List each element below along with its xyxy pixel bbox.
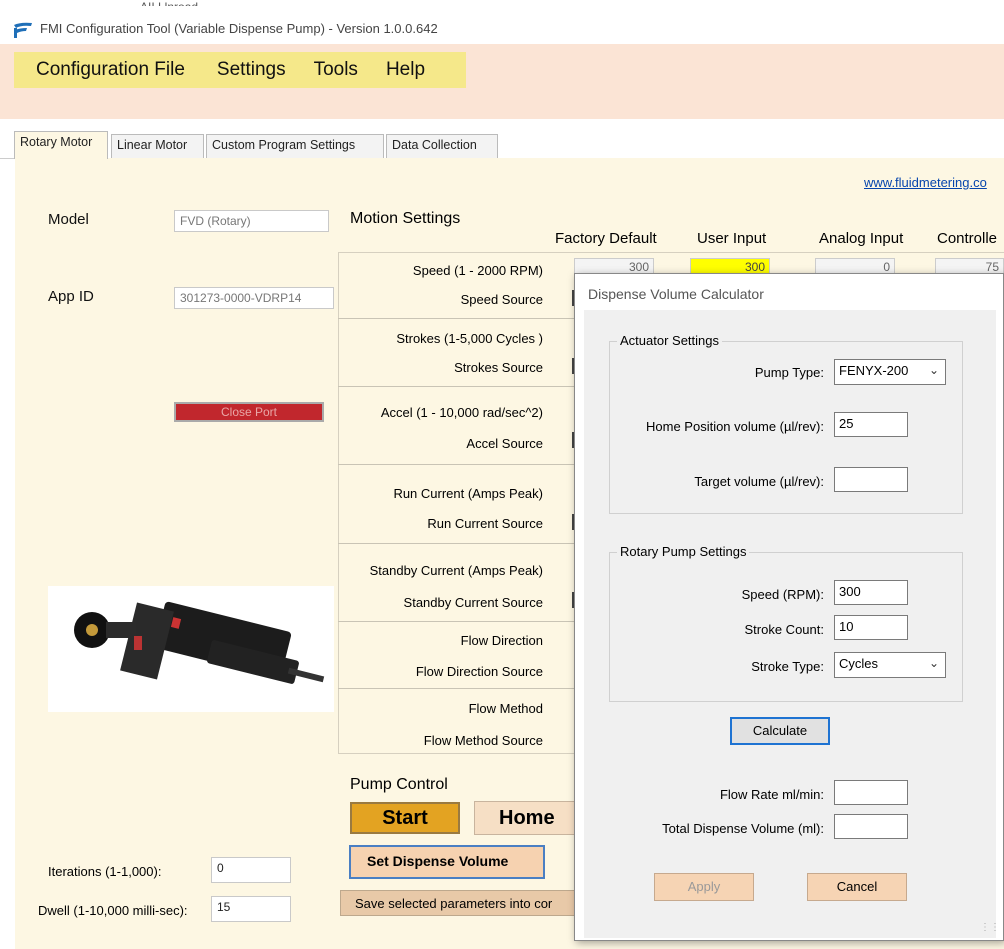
apply-button[interactable]: Apply [654, 873, 754, 901]
row-divider [338, 543, 578, 544]
strokes-label: Strokes (1-5,000 Cycles ) [396, 331, 543, 346]
col-factory-default: Factory Default [555, 230, 657, 247]
run-current-source-label: Run Current Source [427, 516, 543, 531]
motion-settings-title: Motion Settings [350, 210, 461, 227]
col-controller: Controlle [937, 230, 998, 247]
speed-rpm-field[interactable]: 300 [834, 580, 908, 605]
partial-top-text: AII Llnroad [140, 0, 198, 6]
row-divider [338, 318, 578, 319]
accel-source-label: Accel Source [466, 436, 543, 451]
stroke-type-value: Cycles [839, 656, 879, 671]
home-button[interactable]: Home [474, 801, 584, 835]
row-divider [338, 386, 578, 387]
stroke-count-label: Stroke Count: [744, 622, 825, 637]
tab-data-collection[interactable]: Data Collection [386, 134, 498, 158]
resize-grip-icon[interactable]: ⋮⋮ [980, 922, 1000, 933]
cancel-button[interactable]: Cancel [807, 873, 907, 901]
dwell-label: Dwell (1-10,000 milli-sec): [38, 903, 188, 918]
flow-rate-field[interactable] [834, 780, 908, 805]
menu-tools[interactable]: Tools [298, 59, 370, 81]
standby-current-source-label: Standby Current Source [403, 595, 543, 610]
pump-type-label: Pump Type: [754, 365, 824, 380]
flow-rate-label: Flow Rate ml/min: [719, 787, 824, 802]
stroke-type-label: Stroke Type: [751, 659, 824, 674]
run-current-label: Run Current (Amps Peak) [393, 486, 543, 501]
speed-rpm-label: Speed (RPM): [741, 587, 824, 602]
col-user-input: User Input [697, 230, 767, 247]
tab-rotary-motor[interactable]: Rotary Motor [14, 131, 108, 159]
rotary-pump-settings-title: Rotary Pump Settings [617, 544, 750, 559]
flow-direction-source-label: Flow Direction Source [415, 664, 543, 679]
set-dispense-volume-button[interactable]: Set Dispense Volume [349, 845, 545, 879]
dwell-field[interactable]: 15 [211, 896, 291, 922]
strokes-source-label: Strokes Source [454, 360, 543, 375]
actuator-settings-title: Actuator Settings [617, 333, 722, 348]
save-selected-parameters-button[interactable]: Save selected parameters into cor [340, 890, 580, 916]
row-divider [338, 464, 578, 465]
flow-direction-label: Flow Direction [460, 633, 543, 648]
target-volume-label: Target volume (µl/rev): [694, 474, 824, 489]
col-analog-input: Analog Input [819, 230, 904, 247]
pump-control-title: Pump Control [350, 776, 448, 793]
row-divider [338, 688, 578, 689]
tab-linear-motor[interactable]: Linear Motor [111, 134, 204, 158]
tab-custom-program-settings[interactable]: Custom Program Settings [206, 134, 384, 158]
iterations-label: Iterations (1-1,000): [48, 864, 162, 879]
standby-current-label: Standby Current (Amps Peak) [369, 563, 543, 578]
menu-settings[interactable]: Settings [197, 59, 298, 81]
model-field: FVD (Rotary) [174, 210, 329, 232]
chevron-down-icon: ⌄ [928, 363, 939, 377]
flow-method-label: Flow Method [468, 701, 543, 716]
home-position-volume-field[interactable]: 25 [834, 412, 908, 437]
menu-help[interactable]: Help [370, 59, 437, 81]
iterations-field[interactable]: 0 [211, 857, 291, 883]
pump-type-select[interactable]: FENYX-200 ⌄ [834, 359, 946, 385]
home-position-volume-label: Home Position volume (µl/rev): [646, 419, 824, 434]
total-dispense-volume-field[interactable] [834, 814, 908, 839]
model-label: Model [48, 211, 89, 228]
accel-label: Accel (1 - 10,000 rad/sec^2) [380, 405, 543, 420]
speed-source-label: Speed Source [460, 292, 543, 307]
dialog-title: Dispense Volume Calculator [588, 286, 764, 302]
app-id-label: App ID [48, 288, 94, 305]
stroke-type-select[interactable]: Cycles ⌄ [834, 652, 946, 678]
window-title: FMI Configuration Tool (Variable Dispens… [40, 21, 438, 36]
pump-motor-icon [74, 601, 325, 684]
menu-configuration-file[interactable]: Configuration File [14, 59, 197, 81]
menu-bar: Configuration File Settings Tools Help [14, 52, 466, 88]
close-port-button[interactable]: Close Port [174, 402, 324, 422]
row-divider [338, 621, 578, 622]
total-dispense-volume-label: Total Dispense Volume (ml): [662, 821, 824, 836]
chevron-down-icon: ⌄ [928, 656, 939, 670]
app-id-field: 301273-0000-VDRP14 [174, 287, 334, 309]
pump-type-value: FENYX-200 [839, 363, 909, 378]
calculate-button[interactable]: Calculate [730, 717, 830, 745]
stroke-count-field[interactable]: 10 [834, 615, 908, 640]
target-volume-field[interactable] [834, 467, 908, 492]
pump-image [48, 586, 334, 712]
start-button[interactable]: Start [350, 802, 460, 834]
website-link[interactable]: www.fluidmetering.co [864, 175, 987, 190]
flow-method-source-label: Flow Method Source [423, 733, 543, 748]
app-logo-icon [12, 22, 34, 38]
speed-label: Speed (1 - 2000 RPM) [412, 263, 543, 278]
